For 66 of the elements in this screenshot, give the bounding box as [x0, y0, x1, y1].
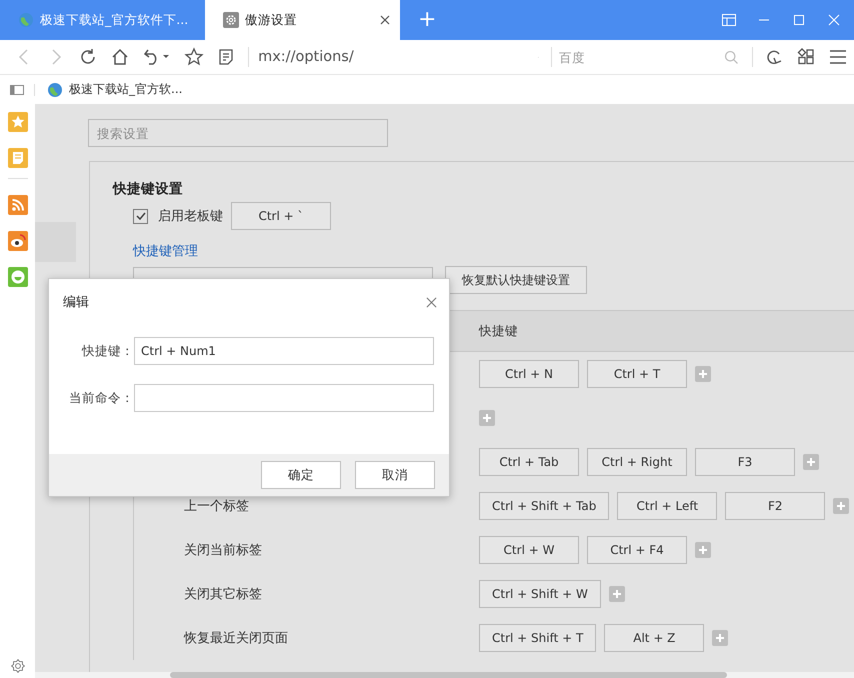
command-name: 关闭当前标签	[184, 543, 262, 558]
star-icon[interactable]	[184, 47, 204, 67]
close-icon[interactable]	[380, 15, 390, 25]
tab-title: 傲游设置	[245, 12, 298, 28]
shortcut-key-button[interactable]: Ctrl + Shift + T	[479, 624, 596, 652]
restore-defaults-button[interactable]: 恢复默认快捷键设置	[445, 266, 587, 294]
add-icon[interactable]	[695, 542, 711, 558]
close-icon[interactable]	[826, 12, 842, 28]
cancel-button[interactable]: 取消	[355, 461, 435, 489]
shortcut-manage-link[interactable]: 快捷键管理	[133, 242, 854, 260]
shortcut-key-button[interactable]: Ctrl + N	[479, 360, 579, 388]
search-field[interactable]: 百度	[556, 48, 717, 66]
weibo-icon[interactable]	[8, 231, 28, 251]
checkbox-label: 启用老板键	[158, 208, 223, 225]
browser-tab[interactable]: 傲游设置	[205, 0, 400, 40]
input-field[interactable]	[134, 384, 434, 412]
bookmark[interactable]: 极速下载站_官方软...	[47, 81, 182, 98]
add-icon[interactable]	[803, 454, 819, 470]
undo-icon[interactable]	[142, 47, 172, 67]
rss-icon[interactable]	[8, 195, 28, 215]
dialog-title: 编辑	[63, 294, 89, 311]
add-icon[interactable]	[833, 498, 850, 514]
shortcut-key-button[interactable]: Ctrl + T	[587, 360, 687, 388]
shortcut-key-button[interactable]: Ctrl + F4	[587, 536, 687, 564]
add-icon[interactable]	[479, 410, 495, 426]
command-name: 上一个标签	[184, 499, 249, 514]
shortcut-key-button[interactable]: Ctrl + Shift + W	[479, 580, 601, 608]
apps-icon[interactable]	[796, 47, 816, 67]
checkbox[interactable]	[133, 208, 148, 224]
checkmark-icon	[134, 210, 146, 222]
shortcut-key-button[interactable]: F2	[725, 492, 826, 520]
shortcut-key-button[interactable]: Ctrl + Shift + Tab	[479, 492, 610, 520]
settings-icon[interactable]	[10, 658, 26, 674]
column-header: 快捷键	[479, 322, 518, 340]
scrollbar-thumb[interactable]	[170, 672, 727, 678]
command-name: 恢复最近关闭页面	[184, 631, 288, 646]
shortcut-key-button[interactable]: Ctrl + W	[479, 536, 579, 564]
maximize-icon[interactable]	[791, 12, 807, 28]
shortcut-key-button[interactable]: Ctrl + Left	[617, 492, 718, 520]
bookmark-label: 极速下载站_官方软...	[69, 81, 182, 98]
add-icon[interactable]	[712, 630, 728, 646]
input-field[interactable]: Ctrl + Num1	[134, 337, 434, 365]
shortcut-key-button[interactable]: Ctrl + Right	[587, 448, 687, 476]
add-icon[interactable]	[695, 366, 711, 382]
gear-icon	[223, 12, 239, 28]
globe-icon	[18, 12, 34, 28]
tab-title: 极速下载站_官方软件下...	[40, 12, 188, 28]
shortcut-key-button[interactable]: F3	[695, 448, 795, 476]
smiley-icon[interactable]	[8, 267, 28, 287]
sidebar-toggle-icon[interactable]	[721, 12, 737, 28]
ok-button[interactable]: 确定	[261, 461, 341, 489]
field-label: 快捷键：	[80, 342, 134, 360]
command-name: 关闭其它标签	[184, 587, 262, 602]
add-icon[interactable]	[608, 586, 625, 602]
close-icon[interactable]	[426, 296, 437, 308]
globe-icon	[47, 82, 63, 98]
section-title: 快捷键设置	[113, 180, 184, 198]
home-icon[interactable]	[110, 47, 130, 67]
shortcut-key-button[interactable]: Ctrl + Tab	[479, 448, 579, 476]
sidebar-toggle-icon[interactable]	[10, 84, 24, 94]
settings-search-field[interactable]: 搜索设置	[88, 119, 388, 147]
field-label: 当前命令：	[68, 390, 134, 406]
shortcut-key-button[interactable]: Ctrl + `	[231, 202, 331, 230]
search-icon[interactable]	[722, 48, 740, 66]
shortcut-key-button[interactable]: Alt + Z	[604, 624, 704, 652]
address-bar[interactable]: mx://options/	[254, 49, 538, 65]
